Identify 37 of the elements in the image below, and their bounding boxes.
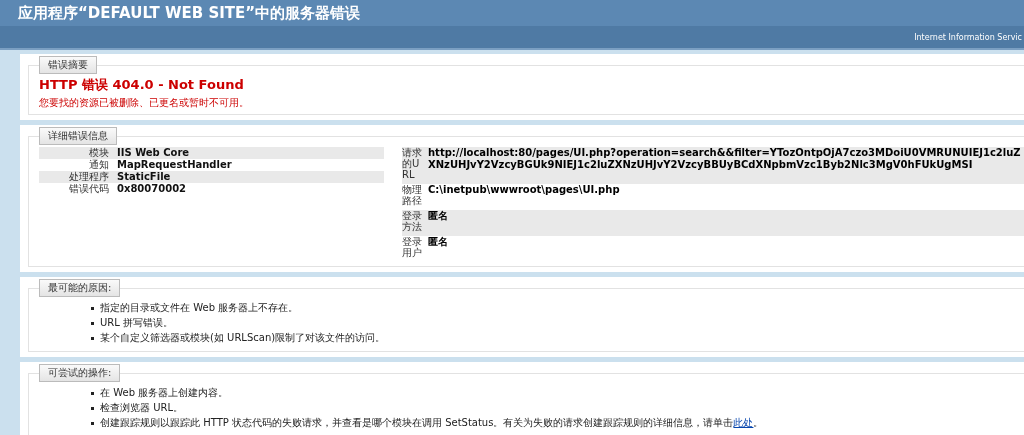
field-value: http://localhost:80/pages/UI.php?operation=search&&filter=YTozOntpOjA7czo3MDoiU0VMRUNUIEJ1c2luZXNzUHJvY2VzcyBGUk9NIEJ1c2luZXNzUHJvY2VzcyBBUyBCdXNpbmVzc1Byb2Nlc3MgV0hFUkUgMSI <box>428 147 1022 172</box>
bullet-icon <box>91 321 94 325</box>
field-value: MapRequestHandler <box>117 159 232 171</box>
bullet-icon <box>91 406 94 410</box>
section-legend: 可尝试的操作: <box>39 364 121 382</box>
server-name: Internet Information Servic <box>914 32 1023 42</box>
field-value: IIS Web Core <box>117 147 190 159</box>
field-label: 请求的URL <box>402 147 422 180</box>
list-text: 指定的目录或文件在 Web 服务器上不存在。 <box>100 301 299 315</box>
list-text: 创建跟踪规则以跟踪此 HTTP 状态代码的失败请求，并查看是哪个模块在调用 SetStatus。有关为失败的请求创建跟踪规则的详细信息，请单击此处。 <box>100 416 764 430</box>
field-label: 通知 <box>88 159 110 171</box>
section-legend: 错误摘要 <box>39 56 97 74</box>
field-label: 登录用户 <box>402 236 422 258</box>
bullet-icon <box>91 391 94 395</box>
list-text: URL 拼写错误。 <box>100 316 174 330</box>
field-value: 匿名 <box>428 210 449 223</box>
field-label: 登录方法 <box>402 210 422 232</box>
bullet-icon <box>91 421 94 425</box>
list-text: 在 Web 服务器上创建内容。 <box>100 386 229 400</box>
link[interactable]: 此处 <box>733 417 754 428</box>
section-legend: 最可能的原因: <box>39 279 121 297</box>
field-value: 0x80070002 <box>117 183 187 195</box>
bullet-icon <box>91 306 94 310</box>
section-legend: 详细错误信息 <box>39 127 117 145</box>
field-label: 错误代码 <box>68 183 110 195</box>
field-value: 匿名 <box>428 236 449 249</box>
field-label: 物理路径 <box>402 184 422 206</box>
field-label: 处理程序 <box>68 171 110 183</box>
field-value: StaticFile <box>117 171 171 183</box>
list-text: 某个自定义筛选器或模块(如 URLScan)限制了对该文件的访问。 <box>100 331 386 345</box>
field-label: 模块 <box>88 147 110 159</box>
error-message: 您要找的资源已被删除、已更名或暂时不可用。 <box>39 96 250 110</box>
field-value: C:\inetpub\wwwroot\pages\UI.php <box>428 184 621 197</box>
page-title: 应用程序“DEFAULT WEB SITE”中的服务器错误 <box>0 0 1024 26</box>
error-heading: HTTP 错误 404.0 - Not Found <box>39 76 245 94</box>
bullet-icon <box>91 336 94 340</box>
list-text: 检查浏览器 URL。 <box>100 401 184 415</box>
